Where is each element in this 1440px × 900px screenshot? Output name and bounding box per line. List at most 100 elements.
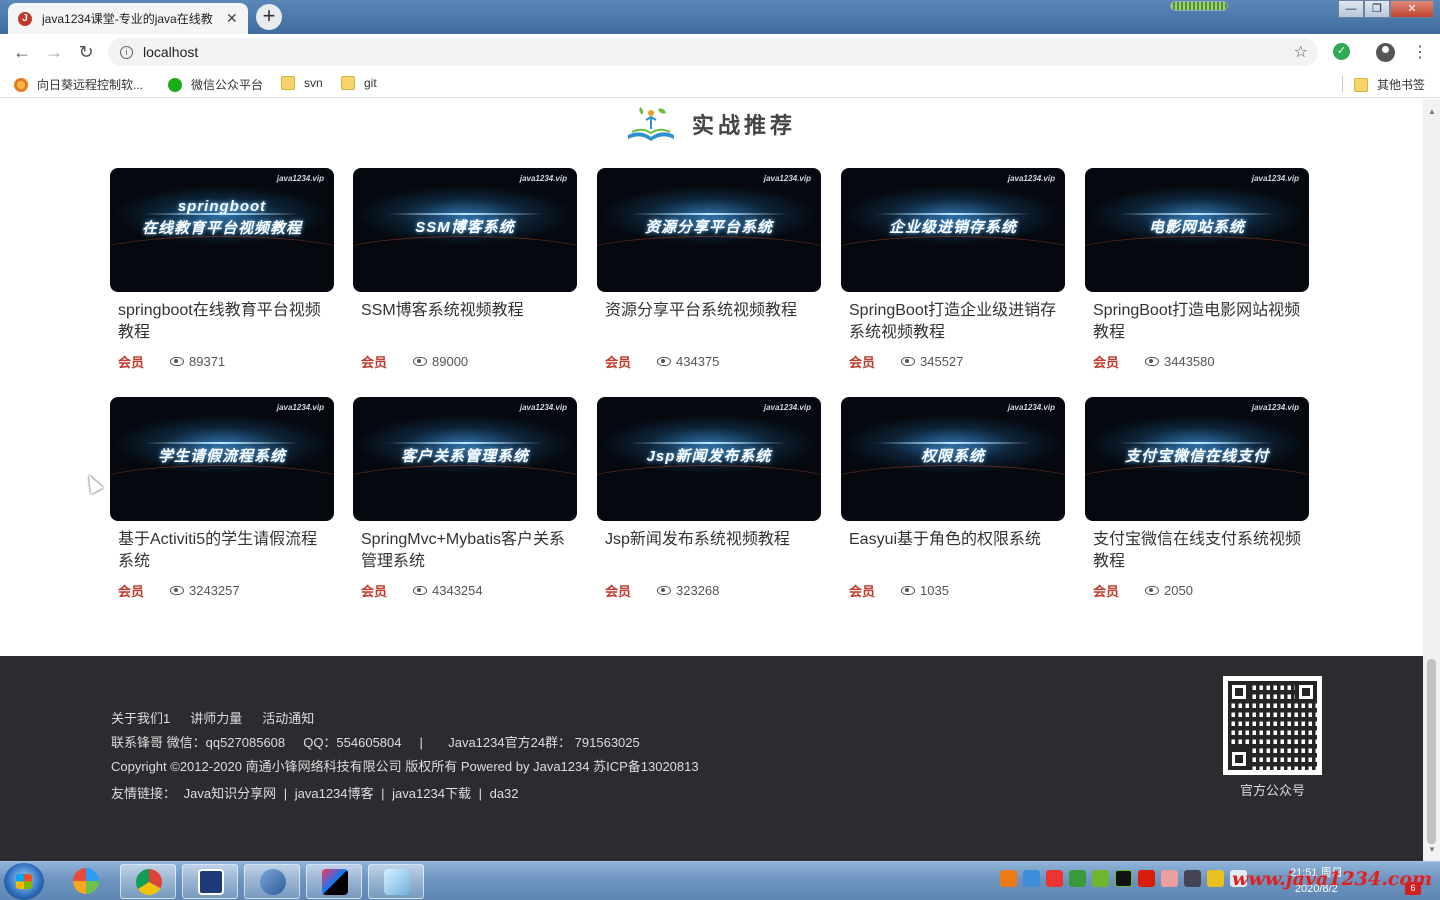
friend-link[interactable]: Java知识分享网 (184, 786, 276, 801)
new-tab-button[interactable]: + (256, 4, 282, 30)
course-title[interactable]: SSM博客系统视频教程 (353, 300, 577, 344)
battery-icon (1170, 1, 1228, 11)
eye-icon (901, 586, 916, 595)
footer-link-events[interactable]: 活动通知 (262, 708, 314, 727)
maximize-button[interactable]: ❐ (1364, 0, 1390, 18)
start-button[interactable] (4, 863, 44, 900)
course-meta: 会员 1035 (841, 581, 1065, 600)
course-title[interactable]: 支付宝微信在线支付系统视频教程 (1085, 529, 1309, 573)
course-thumbnail[interactable]: java1234.vip 客户关系管理系统 (353, 397, 577, 521)
member-badge: 会员 (1093, 584, 1120, 599)
tray-icon[interactable] (1161, 870, 1178, 887)
tray-icon[interactable] (1023, 870, 1040, 887)
course-title[interactable]: SpringBoot打造电影网站视频教程 (1085, 300, 1309, 344)
bookmark-sunflower[interactable]: 向日葵远程控制软... (14, 76, 143, 93)
footer-contact: 联系锋哥 微信：qq527085608 QQ：554605804 | Java1… (111, 735, 640, 750)
other-bookmarks[interactable]: 其他书签 (1354, 76, 1425, 93)
close-tab-icon[interactable]: ✕ (226, 10, 238, 27)
scrollbar-thumb[interactable] (1427, 659, 1436, 844)
course-title[interactable]: Easyui基于角色的权限系统 (841, 529, 1065, 573)
address-bar[interactable]: i localhost ☆ (108, 38, 1318, 66)
tray-network-icon[interactable] (1184, 870, 1201, 887)
back-button[interactable]: ← (6, 42, 38, 63)
footer-links: 关于我们1 讲师力量 活动通知 (111, 708, 314, 727)
thumbnail-watermark: java1234.vip (1007, 174, 1055, 183)
tray-icon[interactable] (1138, 870, 1155, 887)
profile-icon[interactable] (1376, 43, 1395, 62)
view-count: 3443580 (1164, 354, 1215, 369)
course-thumbnail[interactable]: java1234.vip 支付宝微信在线支付 (1085, 397, 1309, 521)
course-title[interactable]: SpringBoot打造企业级进销存系统视频教程 (841, 300, 1065, 344)
friend-link[interactable]: java1234博客 (295, 786, 374, 801)
course-title[interactable]: 资源分享平台系统视频教程 (597, 300, 821, 344)
qr-finder (1295, 681, 1317, 703)
tray-icon[interactable] (1207, 870, 1224, 887)
taskbar-app-4[interactable] (244, 864, 300, 899)
bookmark-svn[interactable]: svn (281, 76, 323, 90)
course-thumbnail[interactable]: java1234.vip 资源分享平台系统 (597, 168, 821, 292)
reload-button[interactable]: ↻ (70, 42, 102, 63)
course-card[interactable]: java1234.vip 学生请假流程系统基于Activiti5的学生请假流程系统… (110, 397, 334, 600)
bookmark-label: git (364, 76, 377, 90)
footer-link-teachers[interactable]: 讲师力量 (190, 708, 242, 727)
dolphin-icon (260, 869, 286, 895)
course-title[interactable]: 基于Activiti5的学生请假流程系统 (110, 529, 334, 573)
eye-icon (657, 357, 672, 366)
tray-sogou-icon[interactable] (1000, 870, 1017, 887)
course-card[interactable]: java1234.vip SSM博客系统 SSM博客系统视频教程 会员 89000 (353, 168, 577, 371)
tray-icon[interactable] (1092, 870, 1109, 887)
tab-title: java1234课堂-专业的java在线教 (42, 12, 213, 26)
friend-link-separator: | (381, 786, 385, 801)
course-card[interactable]: java1234.vip 客户关系管理系统 SpringMvc+Mybatis客户关… (353, 397, 577, 600)
taskbar-app-1[interactable] (58, 864, 114, 899)
notification-badge[interactable]: 6 (1405, 882, 1421, 895)
friend-links-label: 友情链接： (111, 786, 177, 801)
friend-link[interactable]: java1234下载 (392, 786, 471, 801)
course-card[interactable]: java1234.vip 权限系统 Easyui基于角色的权限系统会员 1035 (841, 397, 1065, 600)
close-window-button[interactable]: ✕ (1390, 0, 1434, 18)
thumbnail-banner-text: 支付宝微信在线支付 (1124, 448, 1269, 465)
course-card[interactable]: java1234.vip 资源分享平台系统 资源分享平台系统视频教程 会员 434375 (597, 168, 821, 371)
taskbar-app-6[interactable] (368, 864, 424, 899)
thumbnail-watermark: java1234.vip (1007, 403, 1055, 412)
browser-menu-icon[interactable]: ⋮ (1412, 42, 1428, 62)
course-thumbnail[interactable]: java1234.vip 企业级进销存系统 (841, 168, 1065, 292)
course-card[interactable]: java1234.vip 企业级进销存系统 SpringBoot打造企业级进销存系统… (841, 168, 1065, 371)
tray-nvidia-icon[interactable] (1115, 870, 1132, 887)
course-thumbnail[interactable]: java1234.vip 电影网站系统 (1085, 168, 1309, 292)
course-title[interactable]: SpringMvc+Mybatis客户关系管理系统 (353, 529, 577, 573)
minimize-button[interactable]: — (1338, 0, 1364, 18)
course-card[interactable]: java1234.vip 支付宝微信在线支付 支付宝微信在线支付系统视频教程 会员 20… (1085, 397, 1309, 600)
course-card[interactable]: java1234.vip springboot 在线教育平台视频教程 springbo… (110, 168, 334, 371)
course-thumbnail[interactable]: java1234.vip SSM博客系统 (353, 168, 577, 292)
course-thumbnail[interactable]: java1234.vip Jsp新闻发布系统 (597, 397, 821, 521)
taskbar-app-3[interactable] (182, 864, 238, 899)
friend-link[interactable]: da32 (490, 786, 519, 801)
tray-shield-icon[interactable] (1069, 870, 1086, 887)
course-title[interactable]: Jsp新闻发布系统视频教程 (597, 529, 821, 573)
thumbnail-watermark: java1234.vip (1251, 174, 1299, 183)
site-info-icon[interactable]: i (120, 45, 133, 59)
course-card[interactable]: java1234.vip Jsp新闻发布系统 Jsp新闻发布系统视频教程 会员 3232… (597, 397, 821, 600)
extension-icon[interactable]: ✓ (1333, 43, 1350, 60)
scroll-up-icon[interactable]: ▲ (1428, 107, 1436, 116)
bookmark-star-icon[interactable]: ☆ (1294, 42, 1308, 62)
view-count: 89371 (189, 354, 226, 369)
course-thumbnail[interactable]: java1234.vip 学生请假流程系统 (110, 397, 334, 521)
app-icon (73, 868, 99, 894)
bookmark-git[interactable]: git (341, 76, 377, 90)
scroll-down-icon[interactable]: ▼ (1428, 845, 1436, 854)
course-thumbnail[interactable]: java1234.vip 权限系统 (841, 397, 1065, 521)
course-card[interactable]: java1234.vip 电影网站系统 SpringBoot打造电影网站视频教程 会员… (1085, 168, 1309, 371)
taskbar-chrome[interactable] (120, 864, 176, 899)
page-scrollbar[interactable]: ▲ ▼ (1423, 99, 1440, 861)
taskbar-intellij[interactable] (306, 864, 362, 899)
tray-icon[interactable] (1046, 870, 1063, 887)
browser-tab[interactable]: J java1234课堂-专业的java在线教 ✕ (8, 3, 248, 34)
bookmark-wechat[interactable]: 微信公众平台 (168, 76, 263, 93)
qr-finder (1228, 748, 1250, 770)
footer-link-about[interactable]: 关于我们1 (111, 708, 170, 727)
course-thumbnail[interactable]: java1234.vip springboot 在线教育平台视频教程 (110, 168, 334, 292)
forward-button[interactable]: → (38, 42, 70, 63)
course-title[interactable]: springboot在线教育平台视频教程 (110, 300, 334, 344)
